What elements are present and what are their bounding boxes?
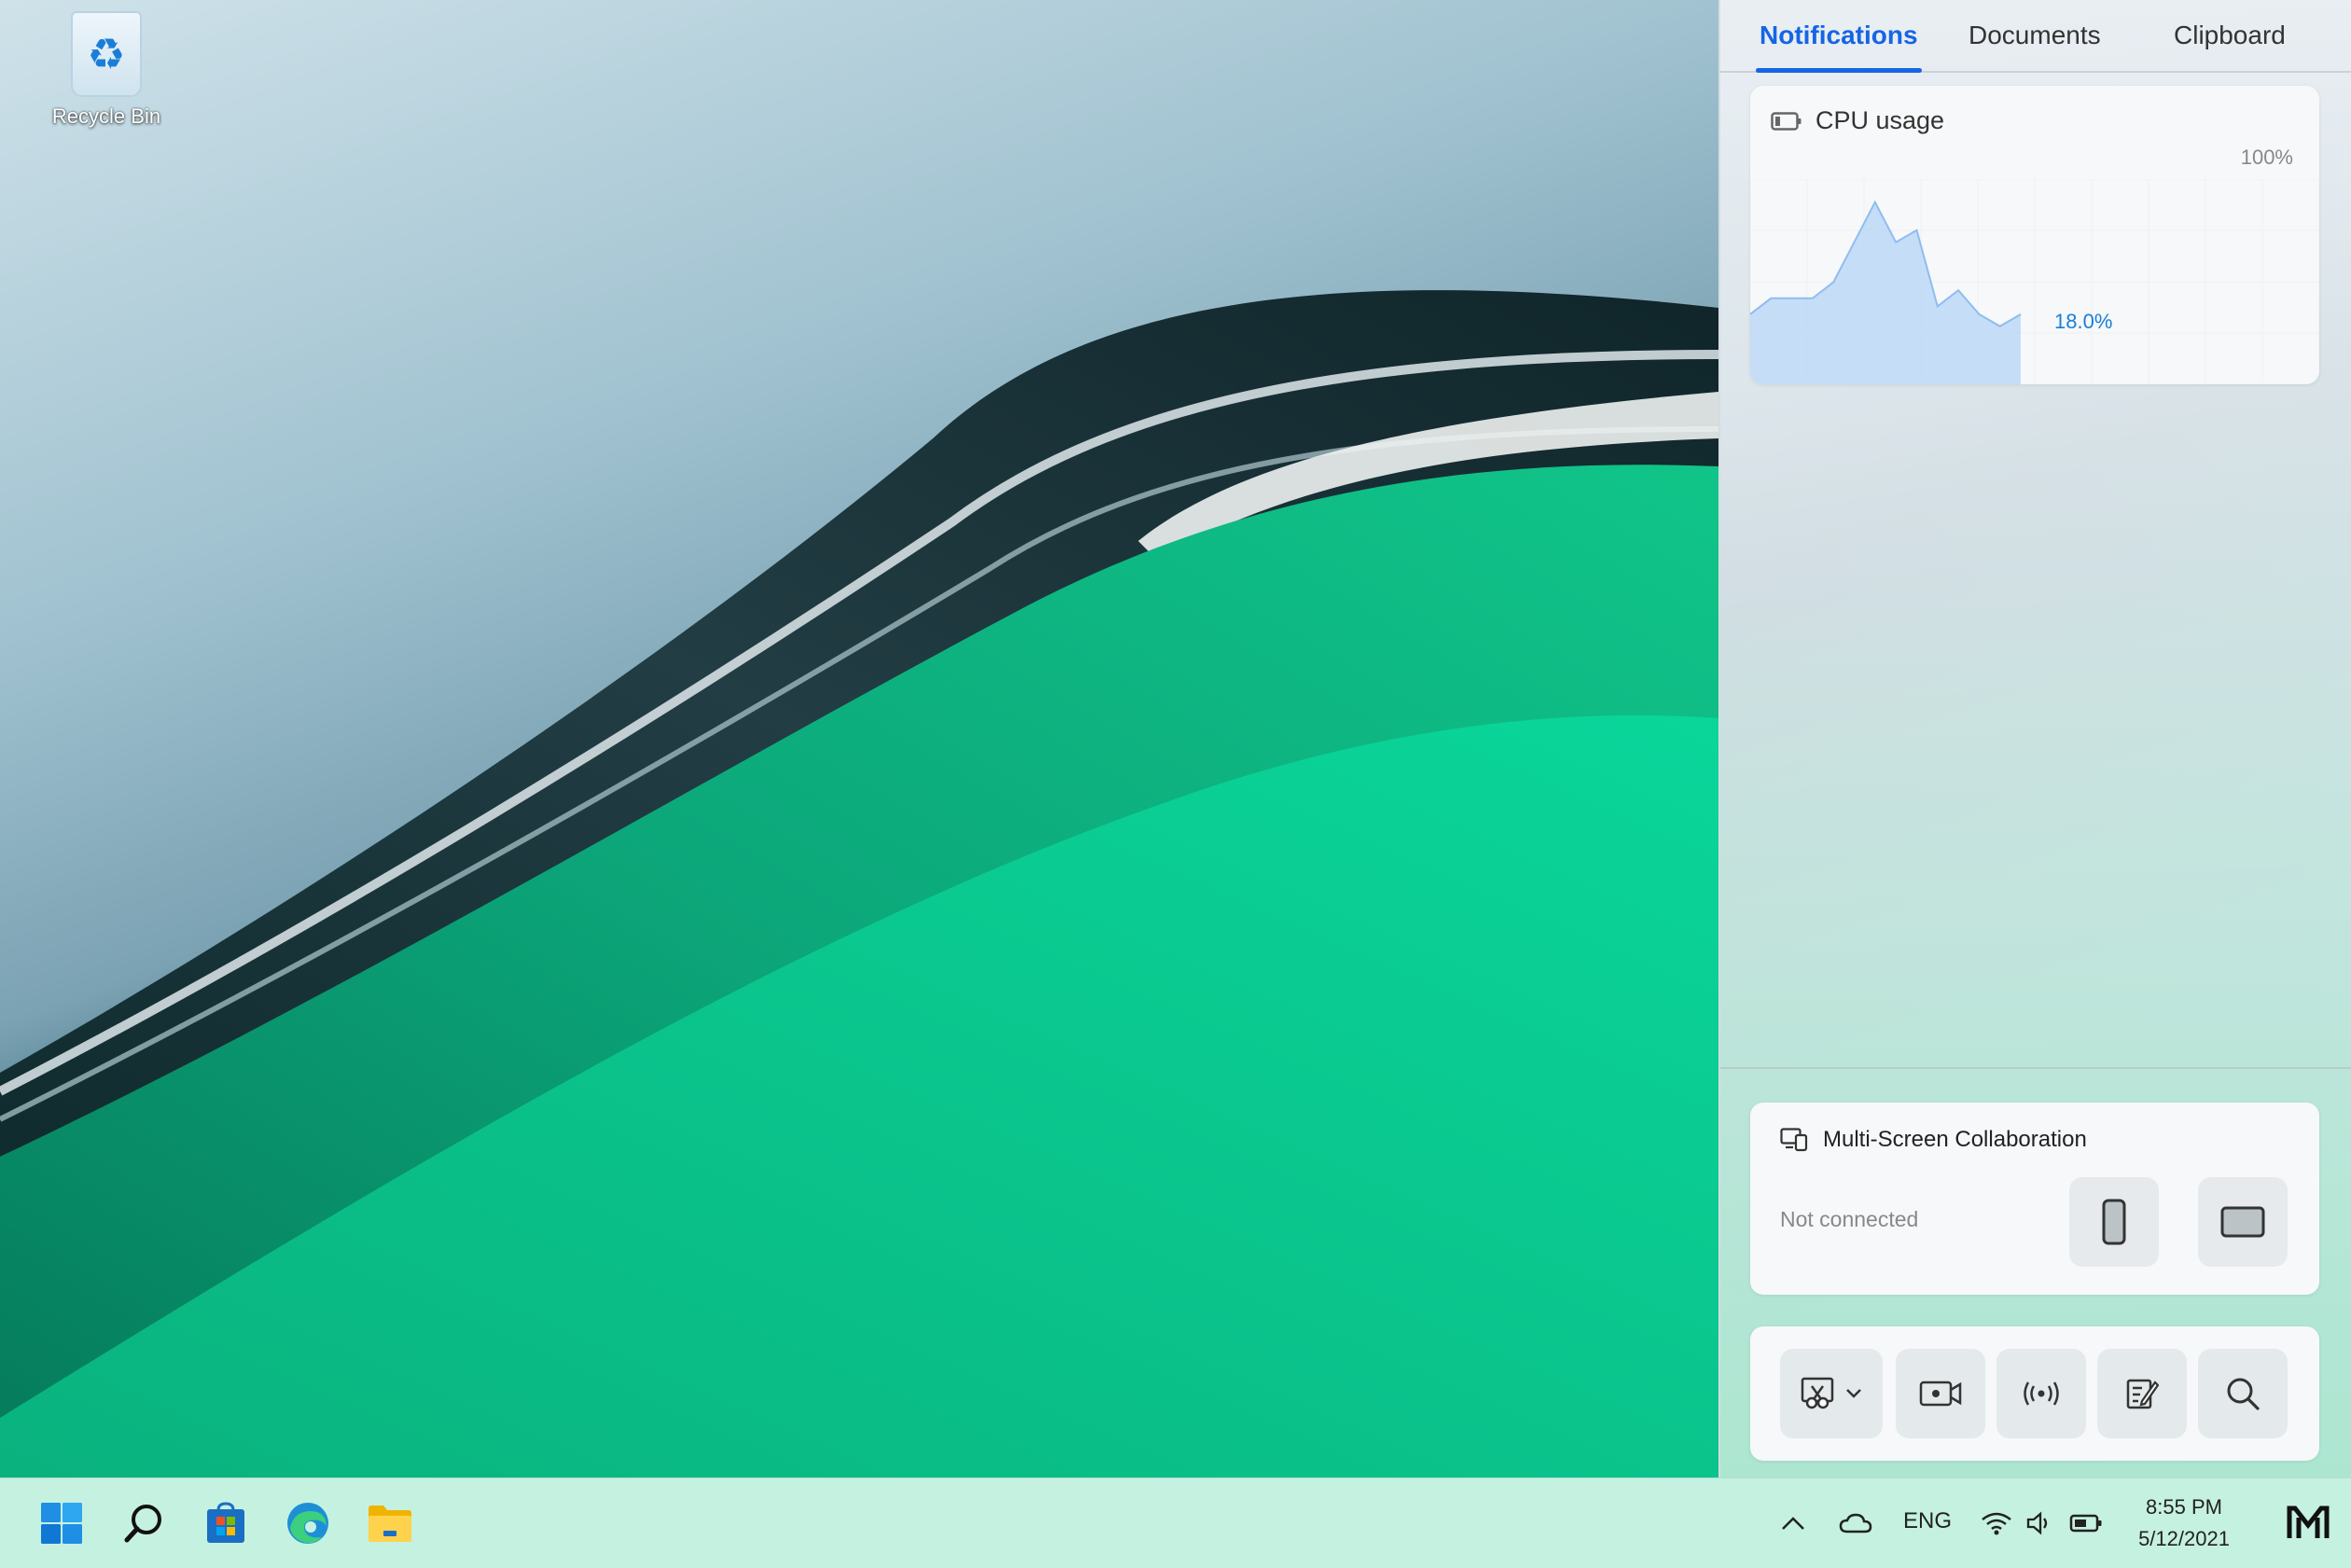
battery-icon	[1771, 111, 1802, 131]
store-button[interactable]	[200, 1497, 252, 1549]
cloud-icon	[1839, 1513, 1872, 1533]
volume-icon	[2026, 1511, 2048, 1535]
multi-screen-title: Multi-Screen Collaboration	[1823, 1127, 2087, 1152]
search-button[interactable]	[2198, 1349, 2288, 1438]
recycle-bin-icon: ♻	[71, 11, 142, 97]
screenshot-icon	[1801, 1377, 1834, 1409]
panel-tabs: Notifications Documents Clipboard	[1720, 0, 2351, 73]
brand-logo-icon	[2287, 1506, 2330, 1538]
show-hidden-icons-button[interactable]	[1773, 1497, 1814, 1549]
connection-status: Not connected	[1780, 1207, 1919, 1231]
quick-tools-card	[1750, 1326, 2319, 1461]
broadcast-icon	[2024, 1381, 2059, 1406]
file-explorer-button[interactable]	[364, 1497, 416, 1549]
chevron-up-icon	[1782, 1517, 1804, 1530]
store-icon	[207, 1502, 244, 1543]
tab-clipboard[interactable]: Clipboard	[2174, 0, 2286, 71]
multi-screen-card: Multi-Screen Collaboration Not connected	[1750, 1103, 2319, 1295]
wifi-icon	[1982, 1512, 2011, 1535]
connect-tablet-button[interactable]	[2198, 1177, 2288, 1267]
start-button[interactable]	[35, 1497, 88, 1549]
notes-icon	[2126, 1379, 2159, 1409]
wallpaper-waves	[0, 290, 1718, 1478]
tab-documents[interactable]: Documents	[1968, 0, 2101, 71]
clock-time: 8:55 PM	[2146, 1495, 2222, 1519]
cpu-current-value: 18.0%	[2054, 310, 2113, 333]
language-indicator[interactable]: ENG	[1903, 1508, 1952, 1534]
recycle-bin[interactable]: ♻ Recycle Bin	[41, 7, 172, 138]
clock[interactable]: 8:55 PM 5/12/2021	[2114, 1492, 2254, 1555]
cpu-usage-title: CPU usage	[1815, 106, 1945, 134]
screenshot-button[interactable]	[1780, 1349, 1883, 1438]
broadcast-button[interactable]	[1996, 1349, 2086, 1438]
tablet-icon	[2220, 1206, 2265, 1238]
cpu-max-label: 100%	[2240, 146, 2293, 169]
clock-date: 5/12/2021	[2138, 1527, 2230, 1550]
taskbar: ENG 8:55 PM 5/12/2021	[0, 1478, 2351, 1568]
wifi-button[interactable]	[1978, 1497, 2015, 1549]
screen-record-icon	[1919, 1381, 1962, 1407]
edge-icon	[287, 1503, 328, 1544]
cpu-usage-chart	[1750, 179, 2319, 384]
connect-phone-button[interactable]	[2069, 1177, 2159, 1267]
search-icon	[124, 1505, 161, 1543]
side-panel: Notifications Documents Clipboard CPU us…	[1718, 0, 2351, 1478]
taskbar-search-button[interactable]	[118, 1497, 170, 1549]
multi-screen-icon	[1780, 1128, 1808, 1152]
battery-button[interactable]	[2066, 1497, 2107, 1549]
recycle-bin-label: Recycle Bin	[51, 104, 161, 128]
onedrive-button[interactable]	[1832, 1497, 1879, 1549]
start-icon	[41, 1503, 82, 1544]
screen-record-button[interactable]	[1896, 1349, 1985, 1438]
volume-button[interactable]	[2021, 1497, 2058, 1549]
chevron-down-icon	[1846, 1389, 1861, 1398]
notes-button[interactable]	[2097, 1349, 2187, 1438]
search-icon	[2227, 1378, 2260, 1410]
panel-divider	[1720, 1067, 2351, 1069]
battery-icon	[2069, 1514, 2102, 1533]
edge-button[interactable]	[282, 1497, 334, 1549]
cpu-usage-area	[1750, 201, 2021, 384]
brand-logo-button[interactable]	[2280, 1497, 2336, 1549]
tab-notifications[interactable]: Notifications	[1756, 0, 1922, 73]
phone-icon	[2102, 1199, 2126, 1245]
file-explorer-icon	[369, 1506, 411, 1542]
cpu-usage-card[interactable]: CPU usage 100% 18.0%	[1750, 86, 2319, 384]
